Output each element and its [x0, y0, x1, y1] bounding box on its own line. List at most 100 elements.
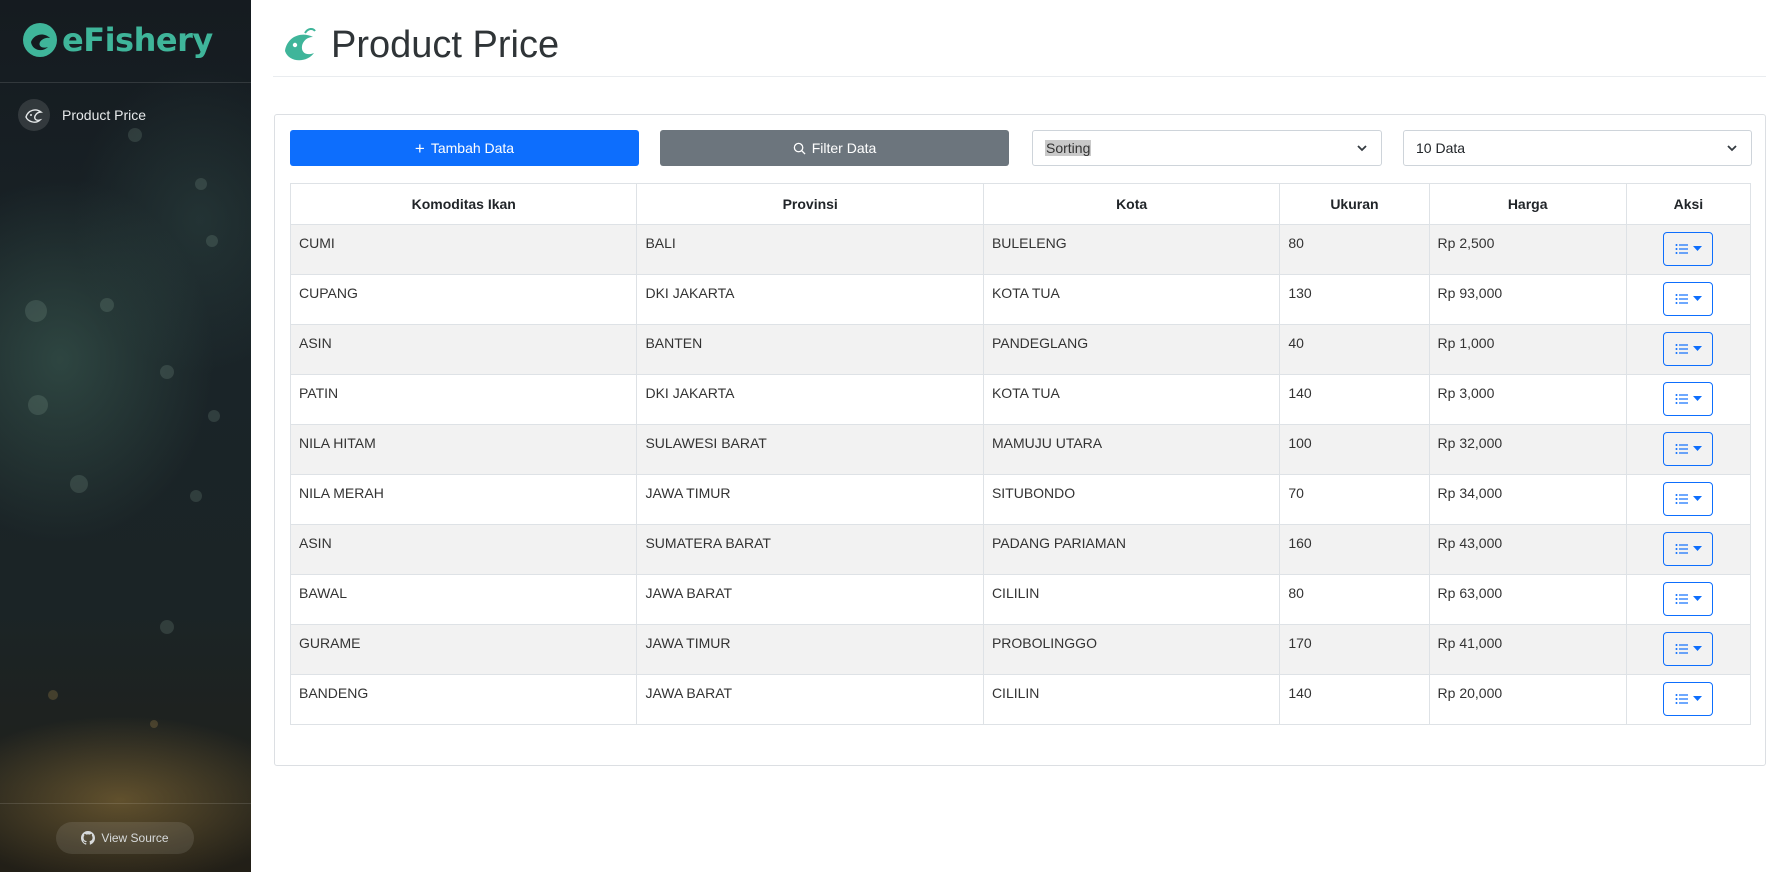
list-icon [1675, 244, 1688, 254]
background-bokeh [70, 475, 88, 493]
table-row: CUPANG DKI JAKARTA KOTA TUA 130 Rp 93,000 [289, 274, 1752, 325]
cell-kota: PADANG PARIAMAN [982, 524, 1281, 575]
cell-provinsi: JAWA BARAT [636, 674, 984, 725]
background-bokeh [206, 235, 218, 247]
cell-ukuran: 70 [1279, 474, 1430, 525]
background-bokeh [190, 490, 202, 502]
cell-harga: Rp 93,000 [1428, 274, 1627, 325]
cell-provinsi: DKI JAKARTA [636, 274, 984, 325]
cell-aksi [1625, 524, 1752, 575]
background-bokeh [195, 178, 207, 190]
cell-ukuran: 140 [1279, 374, 1430, 425]
background-bokeh [208, 410, 220, 422]
cell-komoditas: CUMI [289, 224, 638, 275]
table-row: ASIN SUMATERA BARAT PADANG PARIAMAN 160 Rp 4… [289, 524, 1752, 575]
table-row: GURAME JAWA TIMUR PROBOLINGGO 170 Rp 41,000 [289, 624, 1752, 675]
sorting-select[interactable]: Sorting [1032, 130, 1382, 166]
cell-aksi [1625, 474, 1752, 525]
column-header-harga[interactable]: Harga [1428, 183, 1627, 225]
cell-harga: Rp 3,000 [1428, 374, 1627, 425]
cell-provinsi: DKI JAKARTA [636, 374, 984, 425]
filter-data-button[interactable]: Filter Data [660, 130, 1009, 166]
toolbar: + Tambah Data Filter Data Sorting 10 Dat… [290, 130, 1752, 166]
cell-provinsi: SULAWESI BARAT [636, 424, 984, 475]
page-header: Product Price [281, 22, 559, 68]
efishery-logo-icon [23, 23, 57, 57]
cell-aksi [1625, 224, 1752, 275]
row-action-dropdown-button[interactable] [1663, 332, 1714, 366]
sidebar-item-product-price[interactable]: Product Price [18, 98, 146, 132]
row-action-dropdown-button[interactable] [1663, 432, 1714, 466]
view-source-button[interactable]: View Source [56, 822, 194, 854]
page-title: Product Price [331, 23, 560, 66]
column-header-komoditas[interactable]: Komoditas Ikan [289, 183, 638, 225]
cell-ukuran: 40 [1279, 324, 1430, 375]
caret-down-icon [1692, 396, 1702, 401]
cell-ukuran: 170 [1279, 624, 1430, 675]
cell-komoditas: CUPANG [289, 274, 638, 325]
cell-provinsi: JAWA TIMUR [636, 624, 984, 675]
cell-kota: SITUBONDO [982, 474, 1281, 525]
background-bokeh [150, 720, 158, 728]
cell-harga: Rp 43,000 [1428, 524, 1627, 575]
list-icon [1675, 444, 1688, 454]
caret-down-icon [1692, 346, 1702, 351]
cell-aksi [1625, 374, 1752, 425]
row-action-dropdown-button[interactable] [1663, 682, 1714, 716]
column-header-ukuran[interactable]: Ukuran [1279, 183, 1430, 225]
cell-kota: PROBOLINGGO [982, 624, 1281, 675]
row-action-dropdown-button[interactable] [1663, 382, 1714, 416]
cell-komoditas: BAWAL [289, 574, 638, 625]
add-data-button[interactable]: + Tambah Data [290, 130, 639, 166]
caret-down-icon [1692, 246, 1702, 251]
cell-kota: KOTA TUA [982, 274, 1281, 325]
cell-ukuran: 140 [1279, 674, 1430, 725]
product-price-card: + Tambah Data Filter Data Sorting 10 Dat… [274, 114, 1766, 766]
sidebar-divider [0, 82, 251, 83]
background-bokeh [48, 690, 58, 700]
background-bokeh [25, 300, 47, 322]
chevron-down-icon [1357, 145, 1367, 152]
sorting-select-value: Sorting [1045, 140, 1092, 156]
cell-komoditas: ASIN [289, 524, 638, 575]
header-divider [273, 76, 1766, 77]
cell-provinsi: BALI [636, 224, 984, 275]
list-icon [1675, 344, 1688, 354]
table-row: CUMI BALI BULELENG 80 Rp 2,500 [289, 224, 1752, 275]
row-action-dropdown-button[interactable] [1663, 232, 1714, 266]
row-action-dropdown-button[interactable] [1663, 532, 1714, 566]
table-row: NILA HITAM SULAWESI BARAT MAMUJU UTARA 100 R… [289, 424, 1752, 475]
page-size-select[interactable]: 10 Data [1403, 130, 1752, 166]
cell-provinsi: JAWA TIMUR [636, 474, 984, 525]
table-row: BANDENG JAWA BARAT CILILIN 140 Rp 20,000 [289, 674, 1752, 725]
row-action-dropdown-button[interactable] [1663, 482, 1714, 516]
chevron-down-icon [1727, 145, 1737, 152]
cell-harga: Rp 1,000 [1428, 324, 1627, 375]
row-action-dropdown-button[interactable] [1663, 582, 1714, 616]
row-action-dropdown-button[interactable] [1663, 282, 1714, 316]
background-bokeh [160, 620, 174, 634]
cell-harga: Rp 34,000 [1428, 474, 1627, 525]
column-header-provinsi[interactable]: Provinsi [636, 183, 984, 225]
fish-icon [18, 99, 50, 131]
plus-icon: + [414, 138, 425, 158]
row-action-dropdown-button[interactable] [1663, 632, 1714, 666]
caret-down-icon [1692, 696, 1702, 701]
caret-down-icon [1692, 446, 1702, 451]
app-logo[interactable]: eFishery [22, 20, 213, 60]
search-icon [793, 142, 806, 155]
sidebar-item-label: Product Price [62, 107, 147, 123]
column-header-kota[interactable]: Kota [982, 183, 1281, 225]
cell-ukuran: 130 [1279, 274, 1430, 325]
cell-provinsi: JAWA BARAT [636, 574, 984, 625]
cell-harga: Rp 32,000 [1428, 424, 1627, 475]
cell-provinsi: BANTEN [636, 324, 984, 375]
cell-komoditas: PATIN [289, 374, 638, 425]
cell-kota: CILILIN [982, 574, 1281, 625]
background-bokeh [160, 365, 174, 379]
cell-harga: Rp 2,500 [1428, 224, 1627, 275]
background-bokeh [100, 298, 114, 312]
cell-provinsi: SUMATERA BARAT [636, 524, 984, 575]
product-price-table: Komoditas Ikan Provinsi Kota Ukuran Harg… [289, 183, 1752, 725]
caret-down-icon [1692, 646, 1702, 651]
